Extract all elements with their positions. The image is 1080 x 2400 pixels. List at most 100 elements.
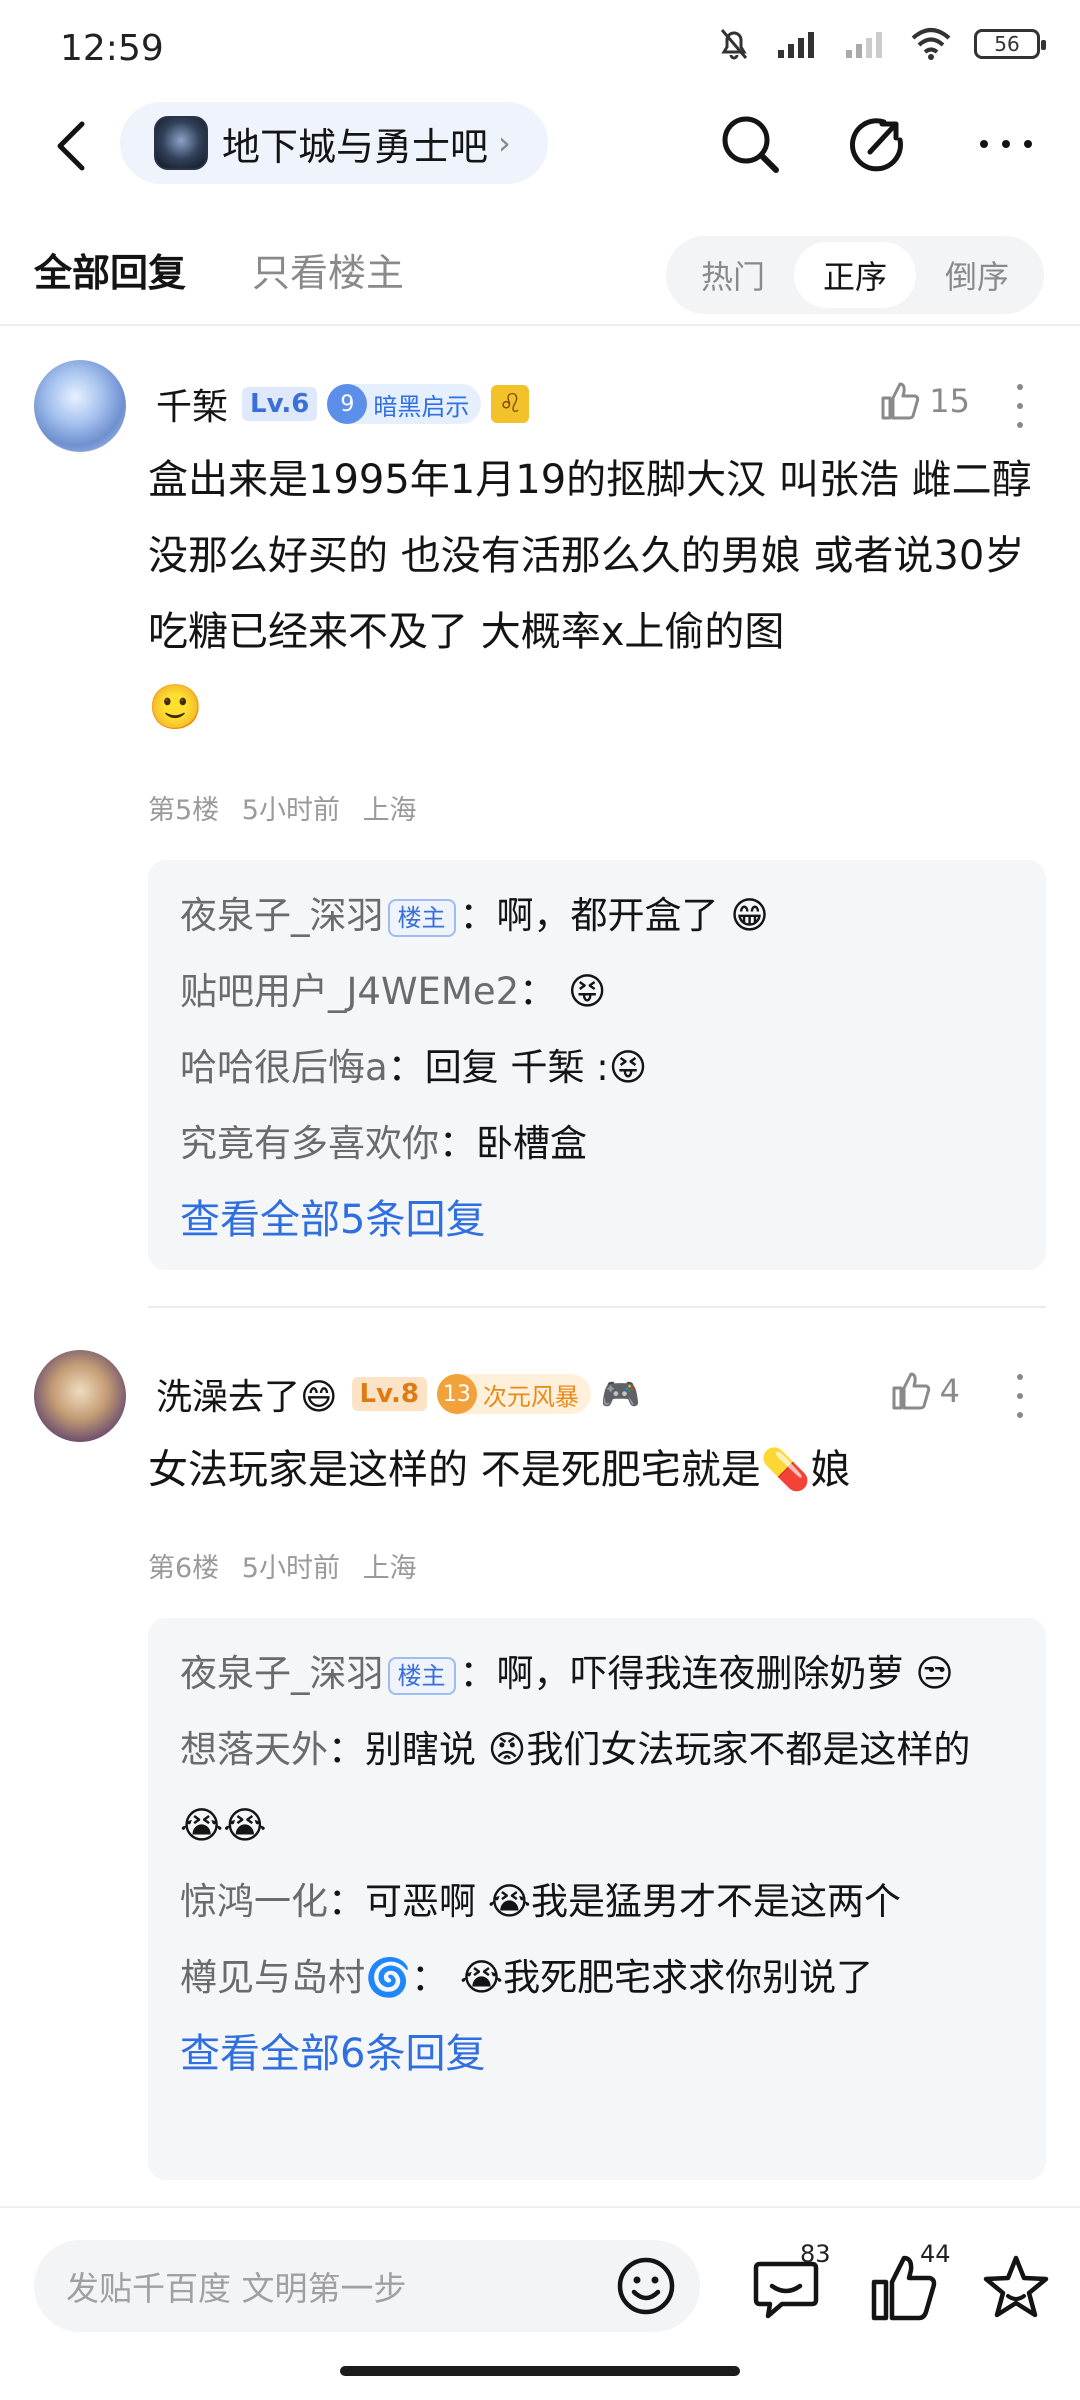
owner-tag: 楼主 <box>387 898 456 937</box>
status-time: 12:59 <box>60 28 164 69</box>
username[interactable]: 千椠 <box>156 378 228 430</box>
user-info: 千椠 Lv.6 9 暗黑启示 ♌ <box>156 374 530 434</box>
reply-input-placeholder: 发贴千百度 文明第一步 <box>66 2269 407 2308</box>
title-text: 暗黑启示 <box>373 392 470 421</box>
see-all-replies-link[interactable]: 查看全部6条回复 <box>180 2016 1014 2092</box>
avatar[interactable] <box>34 1350 126 1442</box>
reply-item[interactable]: 哈哈很后悔a：回复 千椠 :😝 <box>180 1030 1014 1106</box>
reply-item[interactable]: 惊鸿一化：可恶啊 😭我是猛男才不是这两个 <box>180 1864 1014 1940</box>
like-button[interactable]: 4 <box>890 1370 960 1412</box>
title-text: 次元风暴 <box>482 1382 579 1411</box>
share-button[interactable] <box>840 106 916 182</box>
divider <box>148 1306 1046 1308</box>
post-meta: 第6楼 5小时前 上海 <box>148 1546 431 1585</box>
like-count: 4 <box>939 1372 960 1410</box>
forum-name: 地下城与勇士吧 <box>222 124 489 169</box>
reply-box: 夜泉子_深羽 楼主 ：啊，都开盒了 😁 贴吧用户_J4WEMe2： 😝 哈哈很后悔a… <box>148 860 1046 1270</box>
floor-number: 第6楼 <box>148 1553 220 1584</box>
post-more-button[interactable] <box>1010 1366 1030 1426</box>
mute-bell-icon <box>720 29 748 60</box>
reply-input[interactable]: 发贴千百度 文明第一步 <box>34 2240 700 2332</box>
forum-link[interactable]: 地下城与勇士吧 › <box>120 102 548 184</box>
like-post-button[interactable]: 44 <box>862 2240 962 2334</box>
reply-item[interactable]: 夜泉子_深羽 楼主 ：啊，都开盒了 😁 <box>180 878 1014 954</box>
sort-ascending[interactable]: 正序 <box>794 242 916 308</box>
tab-all-replies[interactable]: 全部回复 <box>34 242 186 297</box>
level-badge: Lv.6 <box>242 387 318 421</box>
favorite-button[interactable] <box>978 2244 1058 2334</box>
level-badge: Lv.8 <box>351 1377 427 1411</box>
reply-text: 卧槽盒 <box>476 1122 587 1165</box>
reply-username[interactable]: 惊鸿一化 <box>180 1880 328 1923</box>
sort-hot[interactable]: 热门 <box>672 242 794 308</box>
post-text: 女法玩家是这样的 不是死肥宅就是💊娘 <box>148 1447 851 1493</box>
reply-username[interactable]: 想落天外 <box>180 1728 328 1771</box>
comments-button[interactable]: 83 <box>744 2240 844 2334</box>
reply-text: 啊，吓得我连夜删除奶萝 <box>496 1652 904 1695</box>
reply-item[interactable]: 贴吧用户_J4WEMe2： 😝 <box>180 954 1014 1030</box>
zodiac-icon: ♌ <box>491 385 530 423</box>
back-arrow-icon <box>57 121 85 171</box>
user-info: 洗澡去了😄 Lv.8 13 次元风暴 🎮 <box>156 1364 641 1424</box>
post-content: 盒出来是1995年1月19的抠脚大汉 叫张浩 雌二醇没那么好买的 也没有活那么久… <box>148 442 1038 746</box>
reply-text: 可恶啊 😭我是猛男才不是这两个 <box>365 1880 901 1923</box>
title-level: 9 <box>327 384 368 424</box>
reply-username[interactable]: 究竟有多喜欢你 <box>180 1122 439 1165</box>
post-location: 上海 <box>362 795 417 826</box>
title-level: 13 <box>436 1374 477 1414</box>
reply-text: 回复 千椠 : <box>424 1046 609 1089</box>
reply-text: 别瞎说 😡我们女法玩家不都是这样的 <box>365 1728 971 1771</box>
comments-count: 83 <box>800 2240 831 2268</box>
wifi-icon <box>911 28 951 60</box>
reply-item[interactable]: 樽见与岛村🌀： 😭我死肥宅求求你别说了 <box>180 1940 1014 2016</box>
divider <box>0 324 1080 326</box>
post-more-button[interactable] <box>1010 376 1030 436</box>
tongue-emoji: 😝 <box>567 970 607 1013</box>
post-meta: 第5楼 5小时前 上海 <box>148 788 431 827</box>
home-indicator[interactable] <box>340 2366 740 2376</box>
reply-username[interactable]: 贴吧用户_J4WEMe2 <box>180 970 519 1013</box>
reply-text: 啊，都开盒了 <box>496 894 719 937</box>
owner-tag: 楼主 <box>387 1656 456 1695</box>
floor-number: 第5楼 <box>148 795 220 826</box>
forum-avatar <box>154 116 208 170</box>
reply-username[interactable]: 夜泉子_深羽 <box>180 894 384 937</box>
see-all-replies-link[interactable]: 查看全部5条回复 <box>180 1182 1014 1258</box>
signal-hd-icon <box>778 32 814 58</box>
chevron-right-icon: › <box>498 124 511 162</box>
reply-item[interactable]: 想落天外：别瞎说 😡我们女法玩家不都是这样的 😭😭 <box>180 1712 1014 1864</box>
tab-owner-only[interactable]: 只看楼主 <box>252 242 404 297</box>
search-button[interactable] <box>712 106 788 182</box>
signal-weak-icon <box>846 32 882 58</box>
reply-username[interactable]: 夜泉子_深羽 <box>180 1652 384 1695</box>
post-content: 女法玩家是这样的 不是死肥宅就是💊娘 <box>148 1432 1038 1508</box>
battery-indicator: 56 <box>974 29 1046 59</box>
share-icon <box>849 118 903 172</box>
back-button[interactable] <box>40 114 104 178</box>
post-text: 盒出来是1995年1月19的抠脚大汉 叫张浩 雌二醇没那么好买的 也没有活那么久… <box>148 457 1032 655</box>
reply-text: 😭我死肥宅求求你别说了 <box>459 1956 874 1999</box>
emoji-picker-icon[interactable] <box>614 2254 678 2318</box>
post-time: 5小时前 <box>241 795 340 826</box>
more-button[interactable] <box>968 106 1044 182</box>
avatar[interactable] <box>34 360 126 452</box>
title-badge: 9 暗黑启示 <box>327 384 482 424</box>
like-button[interactable]: 15 <box>879 380 970 422</box>
star-icon <box>983 2255 1049 2318</box>
title-badge: 13 次元风暴 <box>436 1374 591 1414</box>
reply-item[interactable]: 究竟有多喜欢你：卧槽盒 <box>180 1106 1014 1182</box>
reply-item[interactable]: 夜泉子_深羽 楼主 ：啊，吓得我连夜删除奶萝 😒 <box>180 1636 1014 1712</box>
status-icons: 56 <box>716 26 1046 62</box>
reply-username[interactable]: 樽见与岛村🌀 <box>180 1956 411 1999</box>
likes-count: 44 <box>920 2240 951 2268</box>
unamused-emoji: 😒 <box>915 1652 954 1695</box>
smile-emoji: 🙂 <box>148 682 203 733</box>
grin-emoji: 😄 <box>300 1377 338 1418</box>
username[interactable]: 洗澡去了😄 <box>156 1368 338 1420</box>
tongue-emoji: 😝 <box>608 1046 648 1089</box>
sort-descending[interactable]: 倒序 <box>916 242 1038 308</box>
like-count: 15 <box>929 382 970 420</box>
reply-username[interactable]: 哈哈很后悔a <box>180 1046 388 1089</box>
grin-emoji: 😁 <box>730 894 769 937</box>
thumbs-up-icon <box>892 1372 930 1410</box>
